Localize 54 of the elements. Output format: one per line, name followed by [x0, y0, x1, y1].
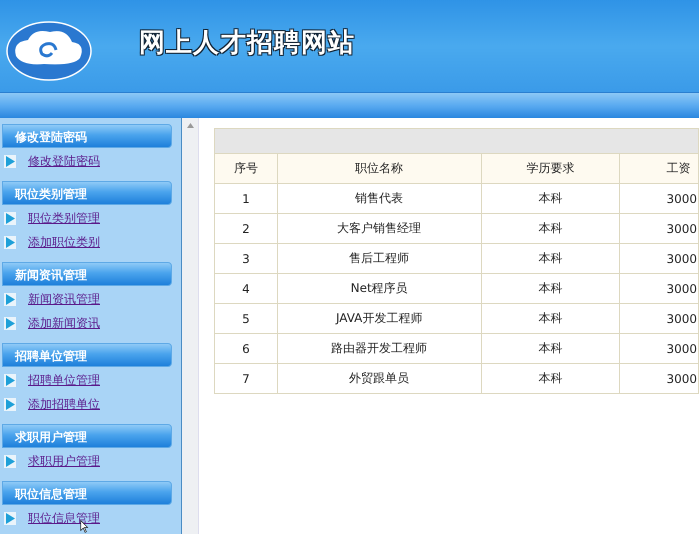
column-header: 序号: [214, 154, 278, 184]
triangle-bullet-icon: [4, 374, 16, 386]
scrollbar[interactable]: [182, 118, 199, 534]
table-cell: 本科: [481, 334, 620, 364]
cloud-logo-icon: [4, 20, 94, 82]
table-cell: 本科: [481, 214, 620, 244]
column-header: 职位名称: [277, 154, 481, 184]
triangle-bullet-icon: [4, 212, 16, 224]
sidebar-link[interactable]: 添加新闻资讯: [28, 314, 100, 332]
table-cell: 路由器开发工程师: [277, 334, 481, 364]
table-cell: 2: [214, 214, 278, 244]
triangle-bullet-icon: [4, 316, 16, 330]
table-cell: 外贸跟单员: [277, 364, 481, 394]
triangle-bullet-icon: [4, 154, 16, 168]
table-cell: 3000: [620, 304, 698, 334]
table-cell: 本科: [481, 184, 620, 214]
triangle-bullet-icon: [4, 454, 16, 468]
sidebar-link[interactable]: 职位类别管理: [28, 210, 100, 226]
table-cell: JAVA开发工程师: [277, 304, 481, 334]
site-title: 网上人才招聘网站: [139, 26, 355, 60]
table-cell: 3000: [620, 364, 698, 394]
sidebar-link[interactable]: 新闻资讯管理: [28, 290, 100, 308]
sidebar-link[interactable]: 招聘单位管理: [28, 372, 100, 388]
sidebar-link[interactable]: 添加职位类别: [28, 234, 100, 250]
table-cell: 3000: [620, 334, 698, 364]
table-cell: Net程序员: [277, 274, 481, 304]
table-cell: 7: [214, 364, 278, 394]
table-cell: 售后工程师: [277, 244, 481, 274]
sidebar-link[interactable]: 求职用户管理: [28, 452, 100, 470]
column-header: 工资: [620, 154, 698, 184]
table-cell: 大客户销售经理: [277, 214, 481, 244]
table-cell: 1: [214, 184, 278, 214]
table-cell: 本科: [481, 304, 620, 334]
table-cell: 本科: [481, 244, 620, 274]
table-cell: 3000: [620, 214, 698, 244]
triangle-bullet-icon: [4, 236, 16, 248]
triangle-bullet-icon: [4, 398, 16, 410]
scroll-up-icon[interactable]: [186, 123, 194, 128]
table-cell: 3000: [620, 184, 698, 214]
table-cell: 6: [214, 334, 278, 364]
triangle-bullet-icon: [4, 292, 16, 306]
table-cell: 3000: [620, 244, 698, 274]
table-cell: 4: [214, 274, 278, 304]
sidebar-link[interactable]: 职位信息管理: [28, 510, 100, 526]
triangle-bullet-icon: [4, 512, 16, 524]
sidebar-link[interactable]: 添加招聘单位: [28, 396, 100, 412]
table-cell: 本科: [481, 274, 620, 304]
table-cell: 销售代表: [277, 184, 481, 214]
table-cell: 5: [214, 304, 278, 334]
table-cell: 3: [214, 244, 278, 274]
table-cell: 3000: [620, 274, 698, 304]
column-header: 学历要求: [481, 154, 620, 184]
sidebar-link[interactable]: 修改登陆密码: [28, 152, 100, 170]
table-cell: 本科: [481, 364, 620, 394]
